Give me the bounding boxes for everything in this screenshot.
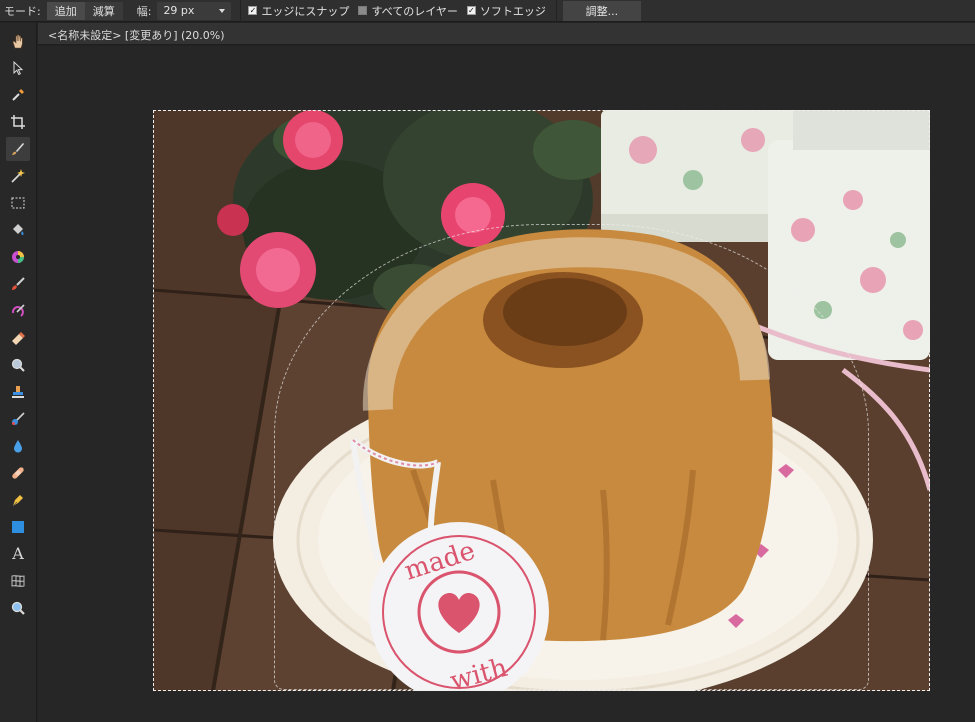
smudge-tool[interactable] [6, 407, 30, 431]
hand-tool[interactable] [6, 29, 30, 53]
clone-stamp-tool[interactable] [6, 380, 30, 404]
color-brush-icon [11, 304, 25, 317]
fill-tool[interactable] [6, 218, 30, 242]
canvas-image[interactable]: made with [153, 110, 930, 691]
text-tool[interactable]: A [6, 542, 30, 566]
eyedropper-tool[interactable] [6, 83, 30, 107]
divider [240, 0, 242, 22]
adjust-button[interactable]: 調整... [562, 0, 641, 21]
healing-tool[interactable] [6, 461, 30, 485]
color-wheel-icon [12, 251, 24, 263]
workspace: made with [38, 46, 975, 722]
marquee-icon [11, 197, 25, 209]
arrow-pointer-icon [13, 60, 24, 76]
eraser-tool[interactable] [6, 326, 30, 350]
mesh-warp-tool[interactable] [6, 569, 30, 593]
snap-to-edges-label: エッジにスナップ [261, 4, 350, 18]
checkbox-unchecked-icon [358, 6, 368, 15]
paintbrush-icon [12, 277, 25, 290]
color-picker-tool[interactable] [6, 245, 30, 269]
snap-to-edges-checkbox[interactable]: ✓ エッジにスナップ [248, 3, 349, 19]
canvas-marquee [153, 110, 930, 691]
move-tool[interactable] [6, 56, 30, 80]
all-layers-checkbox[interactable]: すべてのレイヤー [358, 3, 458, 19]
eyedropper-icon [12, 89, 24, 101]
refine-selection-tool[interactable] [6, 137, 30, 161]
water-drop-icon [14, 440, 22, 453]
zoom-lens-tool[interactable] [6, 353, 30, 377]
magnifier-icon [11, 358, 25, 372]
pen-tool[interactable] [6, 488, 30, 512]
width-dropdown[interactable]: 29 px [157, 1, 232, 20]
eraser-icon [12, 332, 25, 345]
document-tab-bar: <名称未設定> [変更あり] (20.0%) [38, 23, 975, 45]
options-bar: モード: 追加 減算 幅: 29 px ✓ エッジにスナップ すべてのレイヤー … [0, 0, 975, 22]
mesh-grid-icon [11, 575, 25, 587]
magic-wand-tool[interactable] [6, 164, 30, 188]
shape-tool[interactable] [6, 515, 30, 539]
crop-tool[interactable] [6, 110, 30, 134]
width-label: 幅: [136, 4, 152, 18]
tools-panel: A [0, 23, 37, 722]
brush-tool[interactable] [6, 272, 30, 296]
zoom-tool[interactable] [6, 596, 30, 620]
chevron-down-icon [219, 8, 226, 13]
selection-brush-icon [12, 142, 25, 155]
crop-icon [11, 115, 25, 129]
soft-edge-label: ソフトエッジ [479, 4, 546, 18]
mode-segmented-control: 追加 減算 [46, 1, 123, 20]
checkbox-checked-icon: ✓ [248, 5, 258, 15]
blur-tool[interactable] [6, 434, 30, 458]
stamp-icon [12, 386, 24, 398]
checkbox-checked-icon: ✓ [466, 5, 476, 15]
marquee-tool[interactable] [6, 191, 30, 215]
magic-wand-icon [11, 169, 25, 183]
text-icon: A [12, 544, 24, 563]
pen-nib-icon [12, 495, 23, 507]
width-value: 29 px [163, 4, 195, 17]
zoom-icon [11, 601, 25, 615]
divider [555, 0, 557, 22]
bandage-icon [12, 467, 24, 479]
all-layers-label: すべてのレイヤー [371, 4, 458, 18]
hand-icon [12, 34, 23, 49]
paint-bucket-icon [13, 224, 24, 235]
document-title: <名称未設定> [変更あり] (20.0%) [48, 29, 225, 42]
soft-edge-checkbox[interactable]: ✓ ソフトエッジ [466, 3, 546, 19]
mode-add-button[interactable]: 追加 [46, 1, 85, 20]
mode-label: モード: [4, 4, 41, 18]
smudge-icon [12, 412, 25, 425]
rectangle-icon [12, 521, 24, 533]
color-replace-tool[interactable] [6, 299, 30, 323]
mode-subtract-button[interactable]: 減算 [84, 1, 123, 20]
document-tab[interactable]: <名称未設定> [変更あり] (20.0%) [42, 26, 231, 44]
